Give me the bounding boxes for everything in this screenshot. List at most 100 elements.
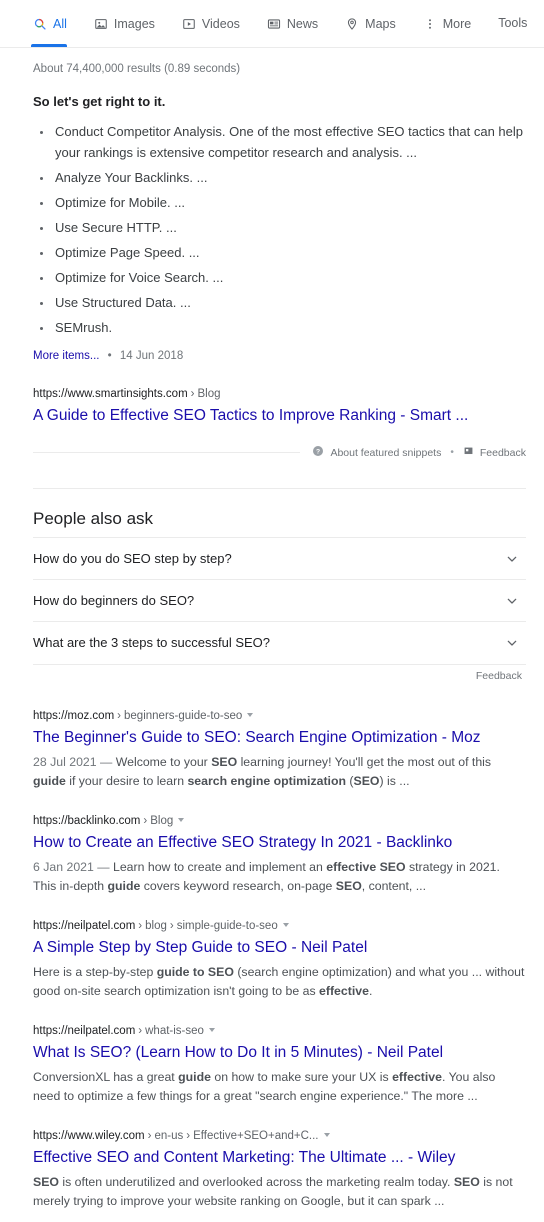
date-dash: —	[93, 859, 113, 874]
nav-tab-more[interactable]: More	[423, 0, 482, 47]
feedback-label: Feedback	[479, 446, 526, 459]
snippet-text: Here is a step-by-step guide to SEO (sea…	[33, 964, 525, 999]
result-domain: https://backlinko.com	[33, 814, 141, 827]
list-item: Optimize for Mobile. ...	[53, 192, 526, 213]
breadcrumb-separator: ›	[138, 1024, 143, 1037]
people-also-ask-feedback-link[interactable]: Feedback	[476, 670, 526, 682]
featured-snippet-source: https://www.smartinsights.com › Blog A Gui…	[33, 386, 526, 427]
featured-snippet-feedback-link[interactable]: Feedback	[463, 446, 526, 460]
people-also-ask-item[interactable]: What are the 3 steps to successful SEO?	[33, 621, 526, 663]
result-title-link[interactable]: What Is SEO? (Learn How to Do It in 5 Mi…	[33, 1043, 526, 1064]
result-title-link[interactable]: Effective SEO and Content Marketing: The…	[33, 1148, 526, 1169]
search-tools-button[interactable]: Tools	[498, 0, 544, 47]
snippet-text: ConversionXL has a great guide on how to…	[33, 1069, 496, 1104]
nav-tab-all[interactable]: All	[31, 0, 78, 47]
featured-snippet-footer: ? About featured snippets • Feedback	[33, 445, 526, 460]
nav-tab-label: More	[442, 16, 472, 31]
chevron-down-icon[interactable]	[504, 593, 520, 609]
breadcrumb-crumb: beginners-guide-to-seo	[124, 709, 243, 722]
list-item: Use Secure HTTP. ...	[53, 217, 526, 238]
people-also-ask-title: People also ask	[33, 509, 154, 529]
breadcrumb-crumb: en-us	[154, 1129, 184, 1142]
featured-snippet-heading: So let's get right to it.	[33, 94, 166, 109]
breadcrumb-separator: ›	[190, 387, 195, 400]
result-snippet: 6 Jan 2021 — Learn how to create and imp…	[33, 858, 526, 897]
result-domain: https://www.wiley.com	[33, 1129, 145, 1142]
flag-icon	[463, 446, 474, 460]
breadcrumb-crumb: Blog	[197, 387, 221, 400]
result-snippet: 28 Jul 2021 — Welcome to your SEO learni…	[33, 753, 526, 792]
people-also-ask-question: How do you do SEO step by step?	[33, 550, 232, 566]
active-tab-underline	[31, 44, 67, 47]
chevron-down-icon[interactable]	[504, 551, 520, 567]
chevron-down-icon[interactable]	[504, 635, 520, 651]
nav-tab-label: Images	[113, 16, 155, 31]
separator-dot: •	[450, 447, 454, 459]
video-icon	[182, 17, 196, 31]
result-stats: About 74,400,000 results (0.89 seconds)	[33, 63, 241, 75]
search-result: https://neilpatel.com › what-is-seo What I…	[33, 1023, 526, 1107]
nav-tab-images[interactable]: Images	[94, 0, 166, 47]
nav-tab-videos[interactable]: Videos	[182, 0, 251, 47]
search-result: https://backlinko.com › Blog How to Create…	[33, 813, 526, 897]
result-domain: https://neilpatel.com	[33, 919, 136, 932]
result-title-link[interactable]: How to Create an Effective SEO Strategy …	[33, 833, 526, 854]
list-item: Optimize Page Speed. ...	[53, 242, 526, 263]
breadcrumb-crumb: simple-guide-to-seo	[176, 919, 278, 932]
chevron-down-icon[interactable]	[178, 817, 185, 822]
result-domain: https://www.smartinsights.com	[33, 387, 188, 400]
featured-snippet-list: Conduct Competitor Analysis. One of the …	[33, 121, 526, 338]
nav-tab-label: Videos	[201, 16, 240, 31]
svg-text:?: ?	[316, 448, 320, 455]
chevron-down-icon[interactable]	[282, 922, 289, 927]
result-url[interactable]: https://neilpatel.com › blog › simple-guide-…	[33, 918, 526, 935]
organic-results-list: https://moz.com › beginners-guide-to-seo T…	[33, 708, 526, 1212]
breadcrumb-separator: ›	[117, 709, 122, 722]
nav-tab-label: News	[286, 16, 319, 31]
breadcrumb-separator: ›	[169, 919, 174, 932]
breadcrumb-separator: ›	[147, 1129, 152, 1142]
list-item: Optimize for Voice Search. ...	[53, 267, 526, 288]
result-url[interactable]: https://moz.com › beginners-guide-to-seo	[33, 708, 526, 725]
nav-tabs: All Images Videos News Maps More	[31, 0, 498, 47]
featured-snippet: So let's get right to it. Conduct Compet…	[33, 93, 526, 460]
list-item: Analyze Your Backlinks. ...	[53, 167, 526, 188]
search-result: https://neilpatel.com › blog › simple-guide-…	[33, 918, 526, 1002]
result-url[interactable]: https://www.smartinsights.com › Blog	[33, 386, 526, 403]
breadcrumb-crumb: Effective+SEO+and+C...	[193, 1129, 319, 1142]
people-also-ask-item[interactable]: How do beginners do SEO?	[33, 579, 526, 621]
people-also-ask-item[interactable]: How do you do SEO step by step?	[33, 536, 526, 579]
chevron-down-icon[interactable]	[323, 1132, 330, 1137]
result-title-link[interactable]: A Guide to Effective SEO Tactics to Impr…	[33, 406, 526, 427]
people-also-ask-question: What are the 3 steps to successful SEO?	[33, 635, 271, 651]
chevron-down-icon[interactable]	[208, 1027, 215, 1032]
result-snippet: ConversionXL has a great guide on how to…	[33, 1068, 526, 1107]
breadcrumb-crumb: blog	[145, 919, 167, 932]
separator-dot: •	[107, 349, 112, 362]
result-url[interactable]: https://neilpatel.com › what-is-seo	[33, 1023, 526, 1040]
result-title-link[interactable]: A Simple Step by Step Guide to SEO - Nei…	[33, 938, 526, 959]
nav-tab-news[interactable]: News	[267, 0, 329, 47]
featured-snippet-more-row: More items... • 14 Jun 2018	[33, 350, 526, 362]
about-featured-snippets-link[interactable]: ? About featured snippets	[312, 445, 441, 460]
snippet-text: SEO is often underutilized and overlooke…	[33, 1174, 513, 1209]
chevron-down-icon[interactable]	[247, 712, 254, 717]
divider	[33, 488, 526, 490]
result-snippet: SEO is often underutilized and overlooke…	[33, 1173, 526, 1212]
divider	[33, 452, 301, 454]
result-title-link[interactable]: The Beginner's Guide to SEO: Search Engi…	[33, 728, 526, 749]
more-vertical-icon	[423, 17, 437, 31]
result-domain: https://moz.com	[33, 709, 115, 722]
nav-tab-maps[interactable]: Maps	[345, 0, 407, 47]
nav-tab-label: Maps	[365, 16, 396, 31]
more-items-link[interactable]: More items...	[33, 350, 99, 362]
nav-tab-label: All	[53, 16, 67, 31]
result-snippet: Here is a step-by-step guide to SEO (sea…	[33, 963, 526, 1002]
result-url[interactable]: https://www.wiley.com › en-us › Effective+SE…	[33, 1128, 526, 1145]
list-item: SEMrush.	[53, 317, 526, 338]
breadcrumb-separator: ›	[143, 814, 148, 827]
result-url[interactable]: https://backlinko.com › Blog	[33, 813, 526, 830]
list-item: Use Structured Data. ...	[53, 292, 526, 313]
breadcrumb-crumb: what-is-seo	[145, 1024, 204, 1037]
help-circle-icon: ?	[312, 445, 324, 460]
